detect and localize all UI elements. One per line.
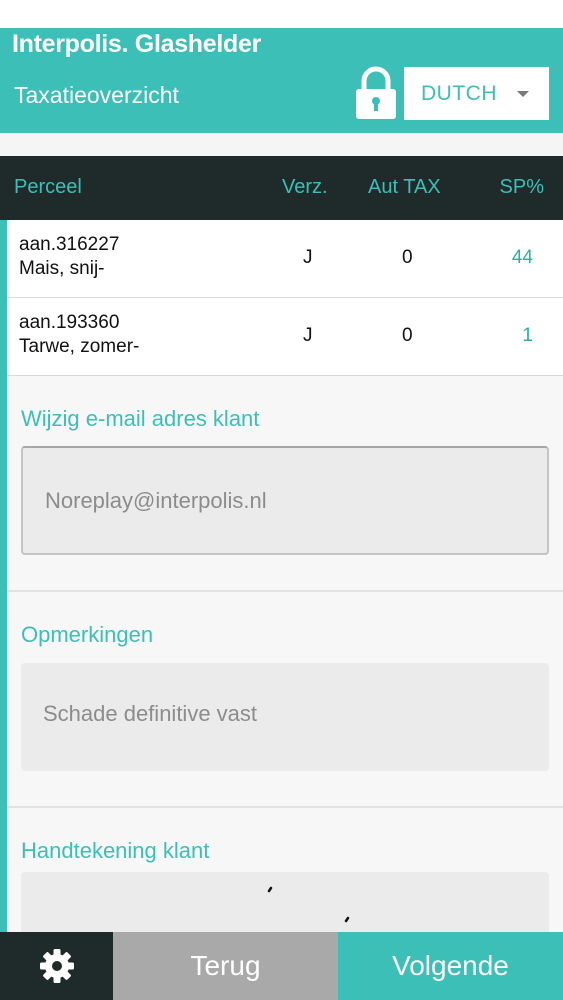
signature-section: Handtekening klant	[7, 808, 563, 952]
cell-verz: J	[303, 247, 313, 268]
remarks-section: Opmerkingen Schade definitive vast	[7, 592, 563, 808]
remarks-value: Schade definitive vast	[43, 701, 258, 726]
header-spacer	[0, 133, 563, 156]
accent-bar	[0, 220, 7, 932]
app-title: Interpolis. Glashelder	[12, 30, 262, 58]
chevron-down-icon	[517, 91, 529, 97]
column-header-verz: Verz.	[282, 176, 328, 198]
column-header-perceel: Perceel	[14, 176, 82, 198]
email-field[interactable]: Noreplay@interpolis.nl	[21, 446, 549, 555]
cell-aut-tax: 0	[402, 325, 413, 346]
remarks-label: Opmerkingen	[21, 622, 154, 647]
settings-button[interactable]	[0, 932, 113, 1000]
cell-sp: 44	[511, 247, 533, 268]
parcel-code: aan.193360	[19, 312, 120, 333]
next-button-label: Volgende	[392, 950, 509, 981]
gear-icon	[39, 949, 74, 983]
email-value: Noreplay@interpolis.nl	[45, 488, 267, 513]
status-bar	[0, 0, 563, 28]
app-header: Interpolis. Glashelder Taxatieoverzicht …	[0, 28, 563, 133]
lock-icon[interactable]	[354, 66, 398, 120]
cell-sp: 1	[522, 325, 533, 346]
cell-verz: J	[303, 325, 313, 346]
next-button[interactable]: Volgende	[338, 932, 563, 1000]
column-header-aut-tax: Aut TAX	[368, 176, 441, 198]
table-row[interactable]: aan.193360 Tarwe, zomer- J 0 1	[7, 298, 563, 376]
signature-label: Handtekening klant	[21, 838, 210, 863]
remarks-field[interactable]: Schade definitive vast	[21, 663, 549, 771]
parcel-crop: Mais, snij-	[19, 258, 105, 279]
email-section: Wijzig e-mail adres klant Noreplay@inter…	[7, 376, 563, 592]
table-header: Perceel Verz. Aut TAX SP%	[0, 156, 563, 220]
cell-aut-tax: 0	[402, 247, 413, 268]
language-select[interactable]: DUTCH	[404, 67, 549, 120]
parcel-code: aan.316227	[19, 234, 120, 255]
email-label: Wijzig e-mail adres klant	[21, 406, 260, 431]
back-button[interactable]: Terug	[113, 932, 338, 1000]
back-button-label: Terug	[190, 950, 261, 981]
page-title: Taxatieoverzicht	[14, 82, 179, 108]
parcel-crop: Tarwe, zomer-	[19, 336, 140, 357]
table-row[interactable]: aan.316227 Mais, snij- J 0 44	[7, 220, 563, 298]
bottom-bar: Terug Volgende	[0, 932, 563, 1000]
column-header-sp: SP%	[499, 176, 544, 198]
language-select-value: DUTCH	[421, 81, 497, 105]
